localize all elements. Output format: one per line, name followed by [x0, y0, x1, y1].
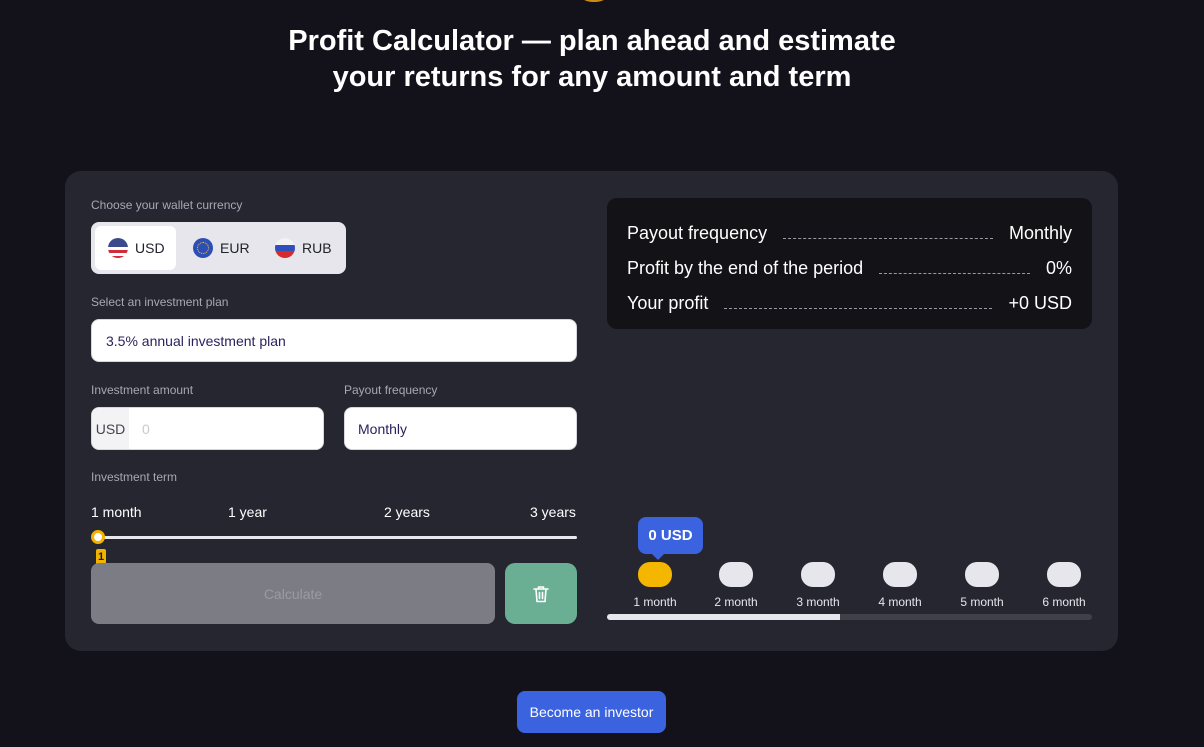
- month-label: 3 month: [796, 595, 840, 609]
- amount-input[interactable]: [129, 408, 323, 449]
- currency-code: USD: [135, 240, 165, 256]
- currency-selector: USD EUR RUB: [91, 222, 346, 274]
- us-flag-icon: [108, 238, 128, 258]
- top-decoration: [576, 0, 612, 2]
- summary-row-your-profit: Your profit +0 USD: [627, 290, 1072, 314]
- calculate-button[interactable]: Calculate: [91, 563, 495, 624]
- amount-label: Investment amount: [91, 383, 194, 397]
- page-title: Profit Calculator — plan ahead and estim…: [288, 25, 896, 93]
- timeline-scrollbar-thumb[interactable]: [607, 614, 840, 620]
- summary-row-frequency: Payout frequency Monthly: [627, 220, 1072, 244]
- summary-value: +0 USD: [1008, 293, 1072, 313]
- term-tick-3-years: 3 years: [530, 504, 576, 520]
- month-item-2[interactable]: 2 month: [706, 562, 766, 609]
- currency-option-usd[interactable]: USD: [95, 226, 176, 270]
- summary-panel: Payout frequency Monthly Profit by the e…: [607, 198, 1092, 329]
- dotted-leader: [724, 308, 993, 309]
- month-label: 5 month: [960, 595, 1004, 609]
- month-label: 1 month: [633, 595, 677, 609]
- currency-option-eur[interactable]: EUR: [176, 226, 260, 270]
- term-label: Investment term: [91, 470, 178, 484]
- plan-label: Select an investment plan: [91, 295, 229, 309]
- month-item-4[interactable]: 4 month: [870, 562, 930, 609]
- profit-tooltip: 0 USD: [638, 517, 703, 560]
- amount-currency-prefix: USD: [92, 408, 129, 449]
- month-label: 4 month: [878, 595, 922, 609]
- clear-button[interactable]: [505, 563, 577, 624]
- month-item-6[interactable]: 6 month: [1034, 562, 1094, 609]
- dotted-leader: [783, 238, 993, 239]
- month-marker: [965, 562, 999, 587]
- frequency-select[interactable]: Monthly: [344, 407, 577, 450]
- calculator-card: Choose your wallet currency USD EUR RUB …: [65, 171, 1118, 651]
- currency-option-rub[interactable]: RUB: [260, 226, 342, 270]
- currency-code: RUB: [302, 240, 332, 256]
- month-item-1[interactable]: 1 month: [625, 562, 685, 609]
- summary-label: Payout frequency: [627, 223, 768, 243]
- month-item-3[interactable]: 3 month: [788, 562, 848, 609]
- currency-label: Choose your wallet currency: [91, 198, 243, 212]
- month-label: 2 month: [714, 595, 758, 609]
- ru-flag-icon: [275, 238, 295, 258]
- frequency-label: Payout frequency: [344, 383, 438, 397]
- trash-icon: [533, 585, 549, 602]
- term-tick-2-years: 2 years: [384, 504, 430, 520]
- term-slider-handle[interactable]: [91, 530, 105, 544]
- month-marker: [801, 562, 835, 587]
- plan-select[interactable]: 3.5% annual investment plan: [91, 319, 577, 362]
- dotted-leader: [879, 273, 1030, 274]
- summary-row-profit-percent: Profit by the end of the period 0%: [627, 255, 1072, 279]
- timeline-scrollbar[interactable]: [607, 614, 1092, 620]
- term-slider-track[interactable]: [98, 536, 577, 539]
- become-investor-button[interactable]: Become an investor: [517, 691, 666, 733]
- month-marker: [883, 562, 917, 587]
- summary-label: Profit by the end of the period: [627, 258, 864, 278]
- month-marker: [638, 562, 672, 587]
- summary-value: 0%: [1045, 258, 1072, 278]
- amount-field: USD: [91, 407, 324, 450]
- currency-code: EUR: [220, 240, 250, 256]
- eu-flag-icon: [193, 238, 213, 258]
- term-tick-1-month: 1 month: [91, 504, 142, 520]
- month-item-5[interactable]: 5 month: [952, 562, 1012, 609]
- summary-label: Your profit: [627, 293, 709, 313]
- month-label: 6 month: [1042, 595, 1086, 609]
- term-tick-1-year: 1 year: [228, 504, 267, 520]
- month-marker: [719, 562, 753, 587]
- month-marker: [1047, 562, 1081, 587]
- summary-value: Monthly: [1008, 223, 1072, 243]
